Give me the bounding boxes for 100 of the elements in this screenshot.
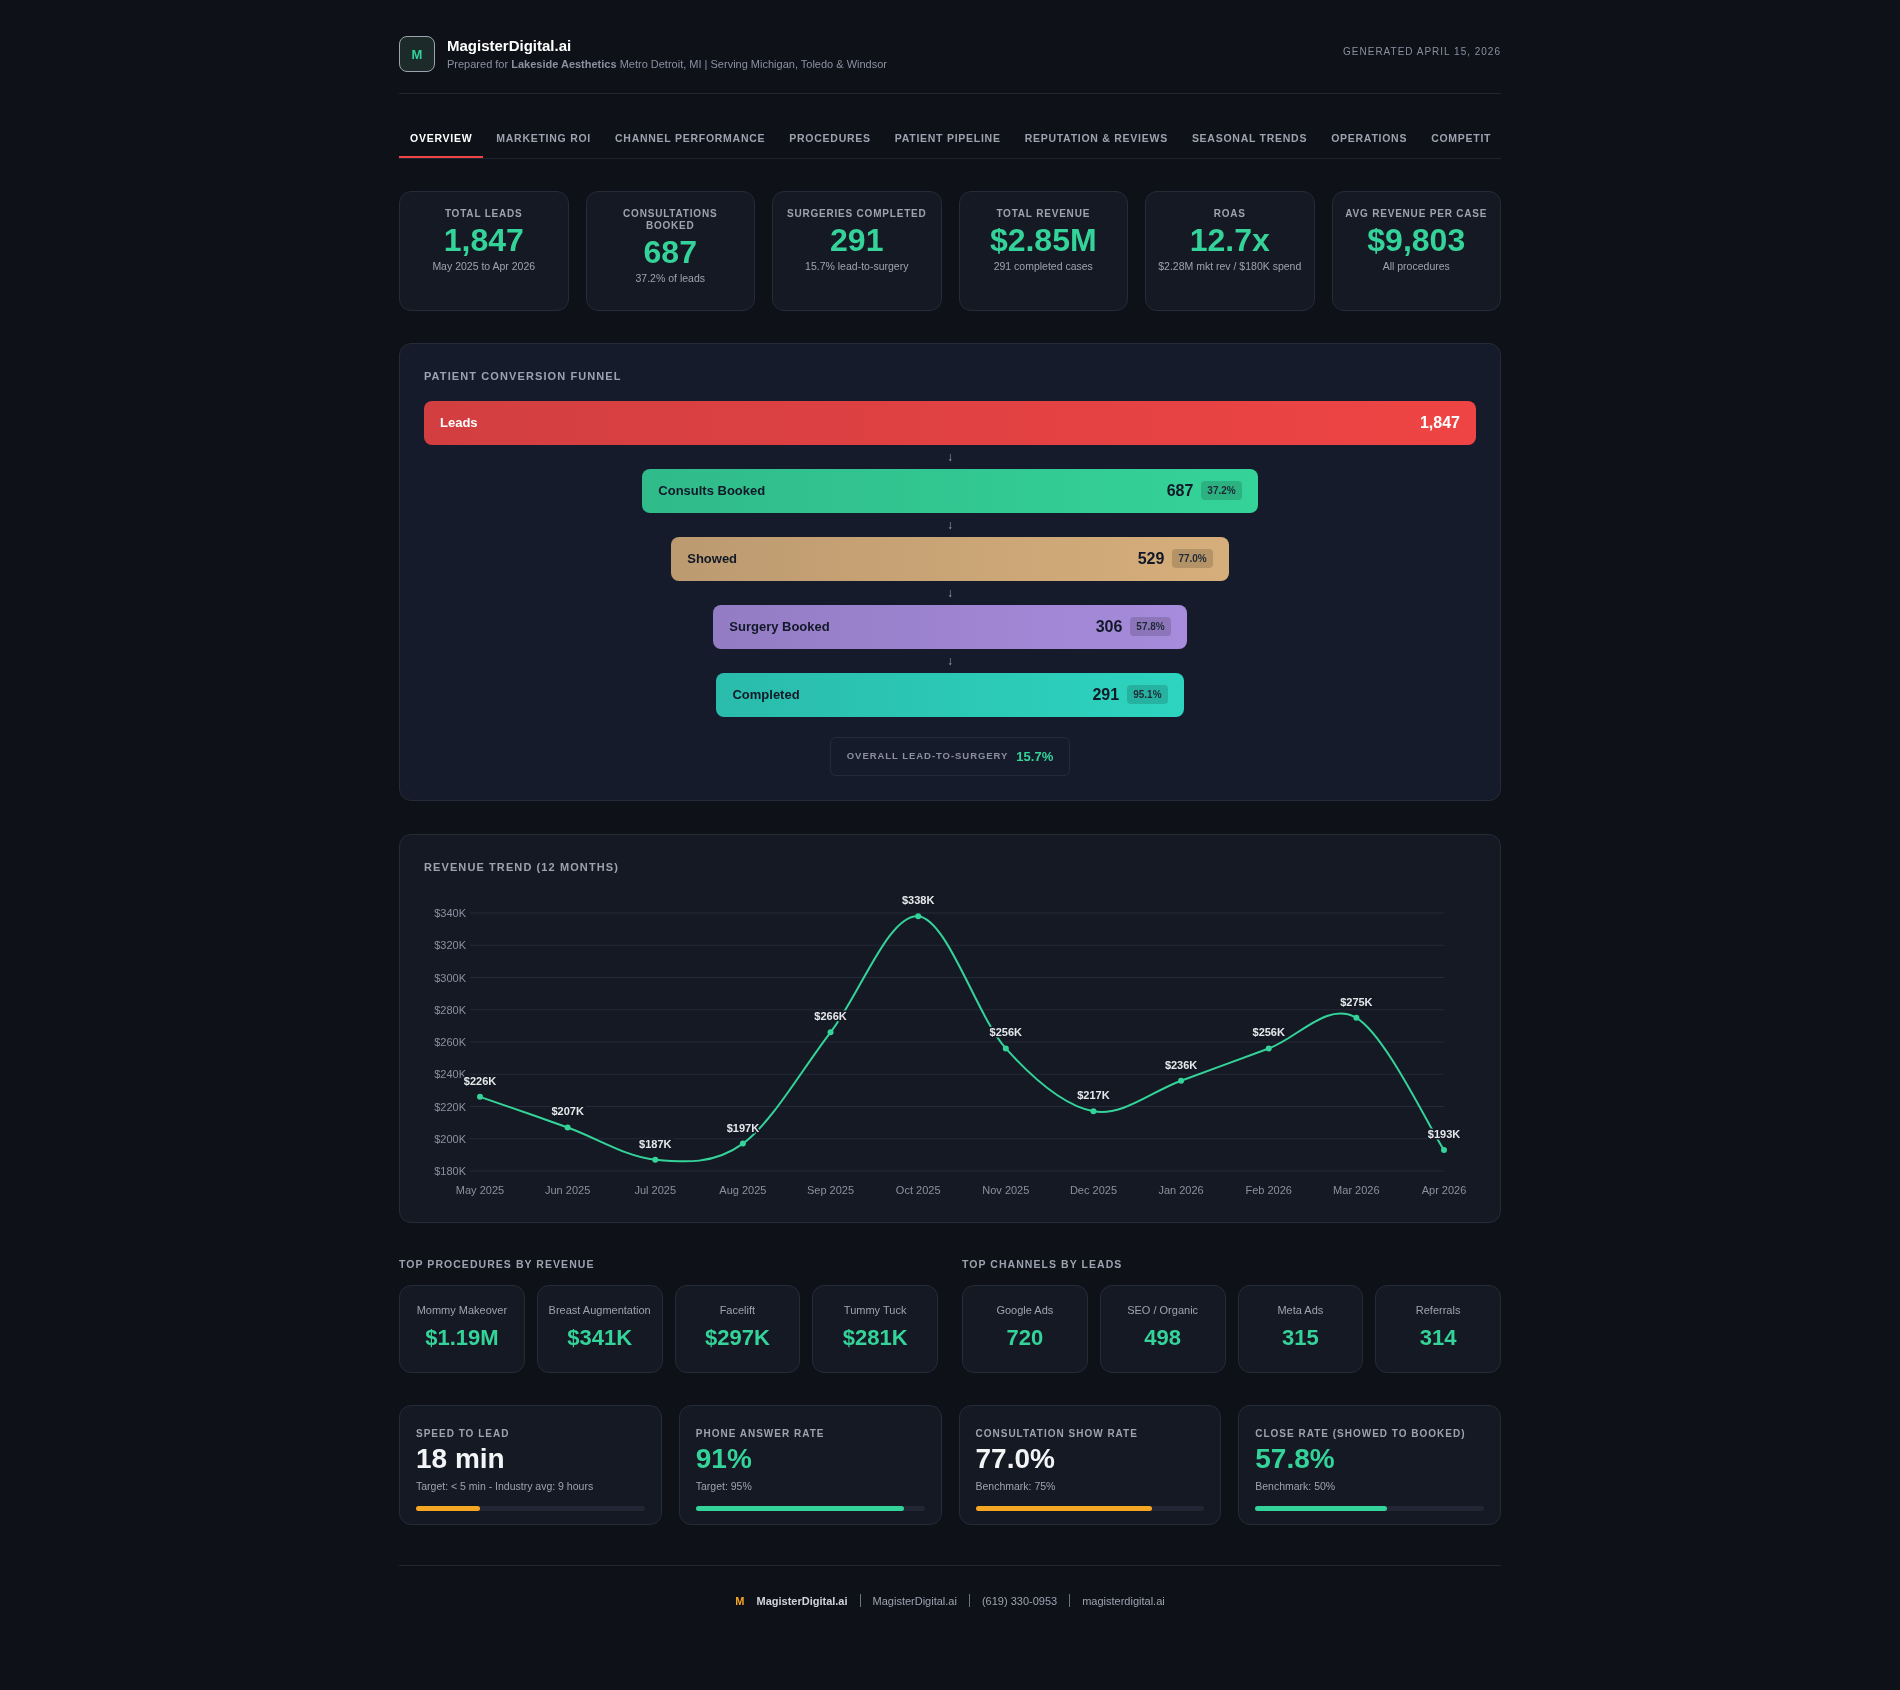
nav-tab[interactable]: MARKETING ROI [485, 130, 602, 159]
data-point [652, 1156, 659, 1163]
logo-badge: M [399, 36, 435, 73]
y-axis-label: $180K [434, 1164, 466, 1177]
stat-value: 720 [1006, 1324, 1044, 1352]
metric-note: Target: < 5 min - Industry avg: 9 hours [416, 1478, 595, 1494]
value-label: $275K [1340, 995, 1373, 1008]
value-label: $187K [639, 1137, 672, 1150]
value-label: $256K [1252, 1026, 1285, 1039]
x-axis-label: Aug 2025 [719, 1183, 767, 1196]
nav-tab[interactable]: CHANNEL PERFORMANCE [604, 130, 777, 159]
y-axis-label: $280K [434, 1003, 466, 1016]
x-axis-label: Apr 2026 [1421, 1183, 1467, 1196]
conversion-rate: 57.8% [1130, 617, 1171, 637]
metric-label: CLOSE RATE (SHOWED TO BOOKED) [1255, 1426, 1467, 1441]
stage-name: Leads [440, 414, 478, 432]
y-axis-label: $320K [434, 939, 466, 951]
stat-label: Facelift [719, 1303, 756, 1317]
nav-tab[interactable]: PROCEDURES [778, 130, 882, 159]
stat-label: Tummy Tuck [843, 1303, 907, 1317]
stat-value: 315 [1282, 1324, 1319, 1352]
value-label: $197K [726, 1121, 760, 1134]
value-label: $338K [901, 893, 935, 906]
data-point [915, 913, 922, 919]
nav-tab[interactable]: OVERVIEW [399, 130, 484, 159]
data-point [477, 1093, 483, 1100]
kpi-label: AVG REVENUE PER CASE [1345, 208, 1488, 221]
x-axis-label: May 2025 [455, 1183, 505, 1196]
nav-tab[interactable]: COMPETIT [1420, 130, 1503, 159]
kpi-value: 12.7x [1189, 221, 1270, 261]
stat-value: $341K [567, 1324, 633, 1352]
stat-value: $281K [842, 1324, 908, 1352]
panel-title: REVENUE TREND (12 MONTHS) [424, 860, 620, 876]
x-axis-label: Jun 2025 [545, 1183, 591, 1196]
kpi-value: 1,847 [443, 221, 524, 261]
metric-value: 91% [695, 1441, 753, 1476]
data-point [564, 1124, 571, 1131]
arrow-icon: ↓ [947, 583, 953, 602]
kpi-label: TOTAL REVENUE [996, 208, 1091, 221]
footer-brand: MagisterDigital.ai [756, 1593, 848, 1609]
arrow-icon: ↓ [947, 515, 953, 534]
stat-label: SEO / Organic [1127, 1303, 1199, 1317]
data-point [1002, 1045, 1009, 1052]
metric-label: PHONE ANSWER RATE [695, 1426, 826, 1441]
metric-label: CONSULTATION SHOW RATE [975, 1426, 1139, 1441]
kpi-label: SURGERIES COMPLETED [786, 208, 927, 221]
kpi-note: 37.2% of leads [635, 272, 705, 286]
stat-value: $297K [704, 1324, 770, 1352]
conversion-rate: 77.0% [1172, 549, 1213, 569]
kpi-label: ROAS [1213, 208, 1246, 221]
arrow-icon: ↓ [947, 447, 953, 466]
data-point [1265, 1045, 1272, 1052]
stage-count: 687 [1166, 480, 1194, 501]
value-label: $217K [1077, 1089, 1110, 1102]
data-point [1178, 1077, 1185, 1084]
nav-tab[interactable]: REPUTATION & REVIEWS [1013, 130, 1179, 159]
overall-value: 15.7% [1016, 747, 1054, 766]
nav-tab[interactable]: SEASONAL TRENDS [1180, 130, 1319, 159]
stat-label: Meta Ads [1277, 1303, 1324, 1317]
stat-label: Mommy Makeover [416, 1303, 508, 1317]
y-axis-label: $220K [434, 1100, 466, 1113]
data-point [827, 1029, 834, 1036]
kpi-note: $2.28M mkt rev / $180K spend [1158, 260, 1302, 274]
panel-title: PATIENT CONVERSION FUNNEL [424, 369, 623, 385]
nav-tab[interactable]: PATIENT PIPELINE [883, 130, 1012, 159]
metric-label: SPEED TO LEAD [416, 1426, 511, 1441]
kpi-note: May 2025 to Apr 2026 [432, 260, 536, 274]
nav-tab[interactable]: OPERATIONS [1320, 130, 1419, 159]
brand-name: MagisterDigital.ai [447, 36, 573, 56]
footer-text: MagisterDigital.ai [872, 1593, 957, 1609]
value-label: $207K [551, 1105, 584, 1118]
conversion-rate: 95.1% [1127, 685, 1168, 705]
y-axis-label: $200K [434, 1132, 466, 1145]
metric-note: Benchmark: 50% [1255, 1478, 1337, 1494]
stage-name: Showed [687, 550, 738, 568]
data-point [1353, 1014, 1360, 1021]
generated-date: GENERATED APRIL 15, 2026 [1343, 45, 1501, 59]
stage-count: 1,847 [1419, 412, 1460, 433]
stage-count: 291 [1092, 684, 1120, 705]
x-axis-label: Feb 2026 [1245, 1183, 1292, 1196]
stage-count: 529 [1137, 548, 1165, 569]
x-axis-label: Nov 2025 [982, 1183, 1030, 1196]
stage-name: Consults Booked [658, 482, 766, 500]
stat-value: $1.19M [425, 1324, 499, 1352]
value-label: $236K [1164, 1058, 1198, 1071]
metric-value: 57.8% [1255, 1441, 1336, 1476]
metric-value: 18 min [416, 1441, 506, 1476]
prepared-for-text: Prepared for Lakeside Aesthetics Metro Detroit, MI | Serving Michigan, Toledo & Windsor [447, 57, 887, 72]
x-axis-label: Jan 2026 [1158, 1183, 1204, 1196]
stage-count: 306 [1095, 616, 1123, 637]
metric-note: Benchmark: 75% [975, 1478, 1057, 1494]
stat-label: Referrals [1415, 1303, 1461, 1317]
kpi-value: 291 [830, 221, 884, 261]
kpi-label: CONSULTATIONS BOOKED [622, 208, 719, 233]
y-axis-label: $260K [434, 1035, 466, 1048]
stat-value: 498 [1144, 1324, 1181, 1352]
x-axis-label: Mar 2026 [1333, 1183, 1380, 1196]
x-axis-label: Oct 2025 [895, 1183, 941, 1196]
y-axis-label: $300K [434, 971, 466, 984]
conversion-rate: 37.2% [1201, 481, 1242, 501]
